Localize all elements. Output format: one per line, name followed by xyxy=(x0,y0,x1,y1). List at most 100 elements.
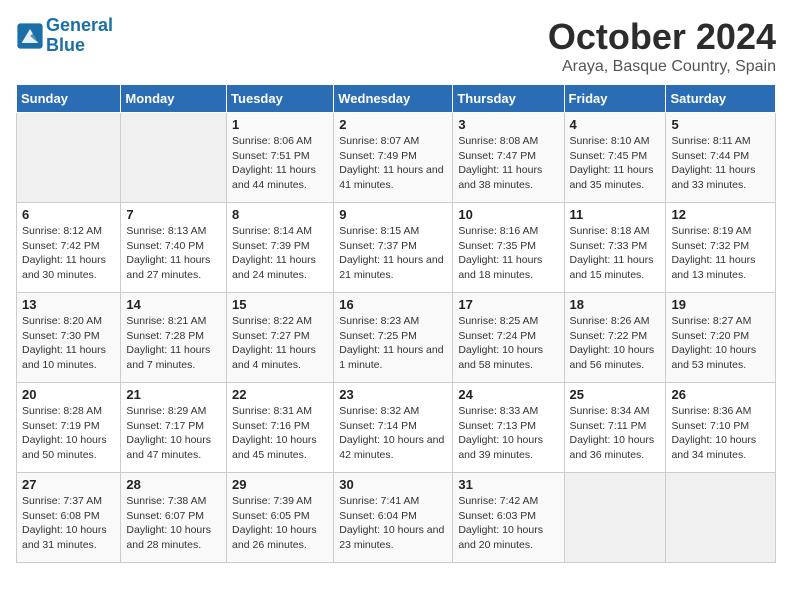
day-info: Sunrise: 8:34 AM Sunset: 7:11 PM Dayligh… xyxy=(570,404,661,463)
header-row: SundayMondayTuesdayWednesdayThursdayFrid… xyxy=(17,85,776,113)
day-info: Sunrise: 8:20 AM Sunset: 7:30 PM Dayligh… xyxy=(22,314,115,373)
day-cell: 28 Sunrise: 7:38 AM Sunset: 6:07 PM Dayli… xyxy=(121,473,227,563)
week-row-2: 6 Sunrise: 8:12 AM Sunset: 7:42 PM Daylig… xyxy=(17,203,776,293)
day-cell: 18 Sunrise: 8:26 AM Sunset: 7:22 PM Dayli… xyxy=(564,293,666,383)
col-header-friday: Friday xyxy=(564,85,666,113)
day-info: Sunrise: 8:26 AM Sunset: 7:22 PM Dayligh… xyxy=(570,314,661,373)
week-row-4: 20 Sunrise: 8:28 AM Sunset: 7:19 PM Dayli… xyxy=(17,383,776,473)
day-cell: 7Sunrise: 8:13 AM Sunset: 7:40 PM Daylig… xyxy=(121,203,227,293)
day-cell: 5 Sunrise: 8:11 AM Sunset: 7:44 PM Daylig… xyxy=(666,113,776,203)
day-number: 26 xyxy=(671,387,770,402)
day-number: 19 xyxy=(671,297,770,312)
day-cell: 16 Sunrise: 8:23 AM Sunset: 7:25 PM Dayli… xyxy=(334,293,453,383)
day-number: 16 xyxy=(339,297,447,312)
day-number: 10 xyxy=(458,207,558,222)
day-cell: 30 Sunrise: 7:41 AM Sunset: 6:04 PM Dayli… xyxy=(334,473,453,563)
logo-text: General Blue xyxy=(46,16,113,56)
day-info: Sunrise: 8:19 AM Sunset: 7:32 PM Dayligh… xyxy=(671,224,770,283)
week-row-3: 13 Sunrise: 8:20 AM Sunset: 7:30 PM Dayli… xyxy=(17,293,776,383)
day-info: Sunrise: 8:23 AM Sunset: 7:25 PM Dayligh… xyxy=(339,314,447,373)
day-info: Sunrise: 8:14 AM Sunset: 7:39 PM Dayligh… xyxy=(232,224,328,283)
day-info: Sunrise: 8:06 AM Sunset: 7:51 PM Dayligh… xyxy=(232,134,328,193)
day-info: Sunrise: 7:37 AM Sunset: 6:08 PM Dayligh… xyxy=(22,494,115,553)
location: Araya, Basque Country, Spain xyxy=(548,58,776,76)
day-cell xyxy=(17,113,121,203)
day-number: 24 xyxy=(458,387,558,402)
day-info: Sunrise: 8:18 AM Sunset: 7:33 PM Dayligh… xyxy=(570,224,661,283)
day-cell: 17 Sunrise: 8:25 AM Sunset: 7:24 PM Dayli… xyxy=(453,293,564,383)
logo-line2: Blue xyxy=(46,35,85,55)
day-number: 17 xyxy=(458,297,558,312)
day-cell: 14 Sunrise: 8:21 AM Sunset: 7:28 PM Dayli… xyxy=(121,293,227,383)
day-cell xyxy=(564,473,666,563)
day-number: 20 xyxy=(22,387,115,402)
day-number: 9 xyxy=(339,207,447,222)
day-cell: 1 Sunrise: 8:06 AM Sunset: 7:51 PM Daylig… xyxy=(227,113,334,203)
day-info: Sunrise: 8:10 AM Sunset: 7:45 PM Dayligh… xyxy=(570,134,661,193)
day-cell: 31Sunrise: 7:42 AM Sunset: 6:03 PM Dayli… xyxy=(453,473,564,563)
day-number: 22 xyxy=(232,387,328,402)
day-number: 6 xyxy=(22,207,115,222)
col-header-thursday: Thursday xyxy=(453,85,564,113)
day-number: 3 xyxy=(458,117,558,132)
day-number: 7 xyxy=(126,207,221,222)
day-cell: 27 Sunrise: 7:37 AM Sunset: 6:08 PM Dayli… xyxy=(17,473,121,563)
day-info: Sunrise: 7:38 AM Sunset: 6:07 PM Dayligh… xyxy=(126,494,221,553)
day-cell: 11 Sunrise: 8:18 AM Sunset: 7:33 PM Dayli… xyxy=(564,203,666,293)
day-number: 15 xyxy=(232,297,328,312)
day-cell: 15 Sunrise: 8:22 AM Sunset: 7:27 PM Dayli… xyxy=(227,293,334,383)
day-info: Sunrise: 8:31 AM Sunset: 7:16 PM Dayligh… xyxy=(232,404,328,463)
day-number: 12 xyxy=(671,207,770,222)
day-info: Sunrise: 8:08 AM Sunset: 7:47 PM Dayligh… xyxy=(458,134,558,193)
day-number: 29 xyxy=(232,477,328,492)
day-number: 14 xyxy=(126,297,221,312)
day-cell: 9 Sunrise: 8:15 AM Sunset: 7:37 PM Daylig… xyxy=(334,203,453,293)
day-cell xyxy=(666,473,776,563)
logo-line1: General xyxy=(46,15,113,35)
day-number: 2 xyxy=(339,117,447,132)
day-info: Sunrise: 8:11 AM Sunset: 7:44 PM Dayligh… xyxy=(671,134,770,193)
day-cell: 10Sunrise: 8:16 AM Sunset: 7:35 PM Dayli… xyxy=(453,203,564,293)
day-number: 18 xyxy=(570,297,661,312)
day-info: Sunrise: 7:42 AM Sunset: 6:03 PM Dayligh… xyxy=(458,494,558,553)
day-cell: 2Sunrise: 8:07 AM Sunset: 7:49 PM Daylig… xyxy=(334,113,453,203)
day-cell: 4Sunrise: 8:10 AM Sunset: 7:45 PM Daylig… xyxy=(564,113,666,203)
day-cell: 25Sunrise: 8:34 AM Sunset: 7:11 PM Dayli… xyxy=(564,383,666,473)
day-info: Sunrise: 8:28 AM Sunset: 7:19 PM Dayligh… xyxy=(22,404,115,463)
day-info: Sunrise: 8:25 AM Sunset: 7:24 PM Dayligh… xyxy=(458,314,558,373)
col-header-sunday: Sunday xyxy=(17,85,121,113)
col-header-monday: Monday xyxy=(121,85,227,113)
day-info: Sunrise: 8:36 AM Sunset: 7:10 PM Dayligh… xyxy=(671,404,770,463)
day-cell: 12 Sunrise: 8:19 AM Sunset: 7:32 PM Dayli… xyxy=(666,203,776,293)
calendar-table: SundayMondayTuesdayWednesdayThursdayFrid… xyxy=(16,84,776,563)
logo: General Blue xyxy=(16,16,113,56)
day-cell: 24Sunrise: 8:33 AM Sunset: 7:13 PM Dayli… xyxy=(453,383,564,473)
col-header-tuesday: Tuesday xyxy=(227,85,334,113)
day-info: Sunrise: 8:21 AM Sunset: 7:28 PM Dayligh… xyxy=(126,314,221,373)
col-header-saturday: Saturday xyxy=(666,85,776,113)
page-header: General Blue October 2024 Araya, Basque … xyxy=(16,16,776,76)
day-number: 13 xyxy=(22,297,115,312)
day-number: 8 xyxy=(232,207,328,222)
day-number: 11 xyxy=(570,207,661,222)
day-info: Sunrise: 7:39 AM Sunset: 6:05 PM Dayligh… xyxy=(232,494,328,553)
day-number: 23 xyxy=(339,387,447,402)
day-number: 27 xyxy=(22,477,115,492)
day-cell: 29 Sunrise: 7:39 AM Sunset: 6:05 PM Dayli… xyxy=(227,473,334,563)
day-number: 1 xyxy=(232,117,328,132)
day-cell: 13 Sunrise: 8:20 AM Sunset: 7:30 PM Dayli… xyxy=(17,293,121,383)
day-cell: 6 Sunrise: 8:12 AM Sunset: 7:42 PM Daylig… xyxy=(17,203,121,293)
day-info: Sunrise: 7:41 AM Sunset: 6:04 PM Dayligh… xyxy=(339,494,447,553)
day-number: 21 xyxy=(126,387,221,402)
day-cell: 21Sunrise: 8:29 AM Sunset: 7:17 PM Dayli… xyxy=(121,383,227,473)
day-number: 30 xyxy=(339,477,447,492)
day-info: Sunrise: 8:12 AM Sunset: 7:42 PM Dayligh… xyxy=(22,224,115,283)
col-header-wednesday: Wednesday xyxy=(334,85,453,113)
day-number: 5 xyxy=(671,117,770,132)
month-title: October 2024 xyxy=(548,16,776,58)
day-info: Sunrise: 8:22 AM Sunset: 7:27 PM Dayligh… xyxy=(232,314,328,373)
day-info: Sunrise: 8:15 AM Sunset: 7:37 PM Dayligh… xyxy=(339,224,447,283)
day-cell: 20 Sunrise: 8:28 AM Sunset: 7:19 PM Dayli… xyxy=(17,383,121,473)
day-number: 28 xyxy=(126,477,221,492)
day-cell: 26 Sunrise: 8:36 AM Sunset: 7:10 PM Dayli… xyxy=(666,383,776,473)
